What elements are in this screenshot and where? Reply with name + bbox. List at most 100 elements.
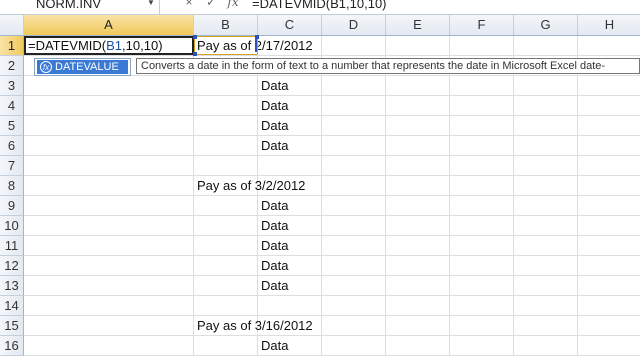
row-header[interactable]: 3 [0, 76, 24, 96]
cell-d6[interactable] [322, 136, 386, 156]
cell-d1[interactable] [322, 36, 386, 56]
cell-b16[interactable] [194, 336, 258, 356]
cell-g3[interactable] [514, 76, 578, 96]
cell-a14[interactable] [24, 296, 194, 316]
cell-g4[interactable] [514, 96, 578, 116]
cell-h14[interactable] [578, 296, 640, 316]
row-header[interactable]: 16 [0, 336, 24, 356]
cell-d5[interactable] [322, 116, 386, 136]
name-box-dropdown-icon[interactable]: ▼ [147, 0, 155, 7]
cell-a11[interactable] [24, 236, 194, 256]
cell-f7[interactable] [450, 156, 514, 176]
cell-g1[interactable] [514, 36, 578, 56]
cell-a12[interactable] [24, 256, 194, 276]
column-header-a[interactable]: A [24, 15, 194, 35]
cell-g13[interactable] [514, 276, 578, 296]
column-header-e[interactable]: E [386, 15, 450, 35]
cell-g15[interactable] [514, 316, 578, 336]
cell-h9[interactable] [578, 196, 640, 216]
cell-h10[interactable] [578, 216, 640, 236]
cell-b10[interactable] [194, 216, 258, 236]
column-header-f[interactable]: F [450, 15, 514, 35]
cell-f12[interactable] [450, 256, 514, 276]
cell-f16[interactable] [450, 336, 514, 356]
row-header[interactable]: 14 [0, 296, 24, 316]
cell-b1[interactable]: Pay as of 2/17/2012 [194, 36, 313, 56]
cell-c1[interactable] [258, 36, 322, 56]
formula-input[interactable]: =DATEVMID(B1,10,10) [252, 0, 640, 14]
cell-b9[interactable] [194, 196, 258, 216]
cell-c16[interactable]: Data [258, 336, 322, 356]
cancel-icon[interactable]: × [182, 0, 196, 9]
cell-e3[interactable] [386, 76, 450, 96]
row-header[interactable]: 13 [0, 276, 24, 296]
cell-e9[interactable] [386, 196, 450, 216]
row-header[interactable]: 6 [0, 136, 24, 156]
row-header[interactable]: 15 [0, 316, 24, 336]
cell-d9[interactable] [322, 196, 386, 216]
cell-b5[interactable] [194, 116, 258, 136]
cell-c11[interactable]: Data [258, 236, 322, 256]
cell-h5[interactable] [578, 116, 640, 136]
cell-d10[interactable] [322, 216, 386, 236]
cell-c3[interactable]: Data [258, 76, 322, 96]
cell-h6[interactable] [578, 136, 640, 156]
cell-a4[interactable] [24, 96, 194, 116]
cell-a15[interactable] [24, 316, 194, 336]
cell-b11[interactable] [194, 236, 258, 256]
row-header[interactable]: 11 [0, 236, 24, 256]
cell-f10[interactable] [450, 216, 514, 236]
cell-g14[interactable] [514, 296, 578, 316]
cell-e11[interactable] [386, 236, 450, 256]
row-header[interactable]: 4 [0, 96, 24, 116]
cell-a13[interactable] [24, 276, 194, 296]
cell-h13[interactable] [578, 276, 640, 296]
cell-g6[interactable] [514, 136, 578, 156]
cell-b3[interactable] [194, 76, 258, 96]
autocomplete-item-datevalue[interactable]: fx DATEVALUE [37, 60, 128, 74]
cell-g12[interactable] [514, 256, 578, 276]
name-box[interactable]: NORM.INV [0, 0, 160, 14]
cell-e16[interactable] [386, 336, 450, 356]
cell-b12[interactable] [194, 256, 258, 276]
cell-g7[interactable] [514, 156, 578, 176]
cell-c8[interactable] [258, 176, 322, 196]
cell-e1[interactable] [386, 36, 450, 56]
cell-d3[interactable] [322, 76, 386, 96]
cell-h12[interactable] [578, 256, 640, 276]
insert-function-icon[interactable]: fx [226, 0, 240, 9]
cell-b4[interactable] [194, 96, 258, 116]
cell-f15[interactable] [450, 316, 514, 336]
cell-f5[interactable] [450, 116, 514, 136]
cell-c7[interactable] [258, 156, 322, 176]
cell-e14[interactable] [386, 296, 450, 316]
cell-c13[interactable]: Data [258, 276, 322, 296]
cell-g8[interactable] [514, 176, 578, 196]
cell-b15[interactable]: Pay as of 3/16/2012 [194, 316, 313, 336]
cell-f13[interactable] [450, 276, 514, 296]
cell-f6[interactable] [450, 136, 514, 156]
cell-g5[interactable] [514, 116, 578, 136]
cell-a9[interactable] [24, 196, 194, 216]
row-header[interactable]: 7 [0, 156, 24, 176]
cell-g16[interactable] [514, 336, 578, 356]
column-header-c[interactable]: C [258, 15, 322, 35]
cell-f11[interactable] [450, 236, 514, 256]
cell-c9[interactable]: Data [258, 196, 322, 216]
cell-c14[interactable] [258, 296, 322, 316]
cell-f3[interactable] [450, 76, 514, 96]
cell-d14[interactable] [322, 296, 386, 316]
cell-d7[interactable] [322, 156, 386, 176]
cell-e6[interactable] [386, 136, 450, 156]
cell-h7[interactable] [578, 156, 640, 176]
cell-e10[interactable] [386, 216, 450, 236]
cell-h3[interactable] [578, 76, 640, 96]
cell-g11[interactable] [514, 236, 578, 256]
cell-h11[interactable] [578, 236, 640, 256]
cell-d4[interactable] [322, 96, 386, 116]
column-header-b[interactable]: B [194, 15, 258, 35]
cell-b14[interactable] [194, 296, 258, 316]
cell-b6[interactable] [194, 136, 258, 156]
cell-f4[interactable] [450, 96, 514, 116]
cell-a5[interactable] [24, 116, 194, 136]
